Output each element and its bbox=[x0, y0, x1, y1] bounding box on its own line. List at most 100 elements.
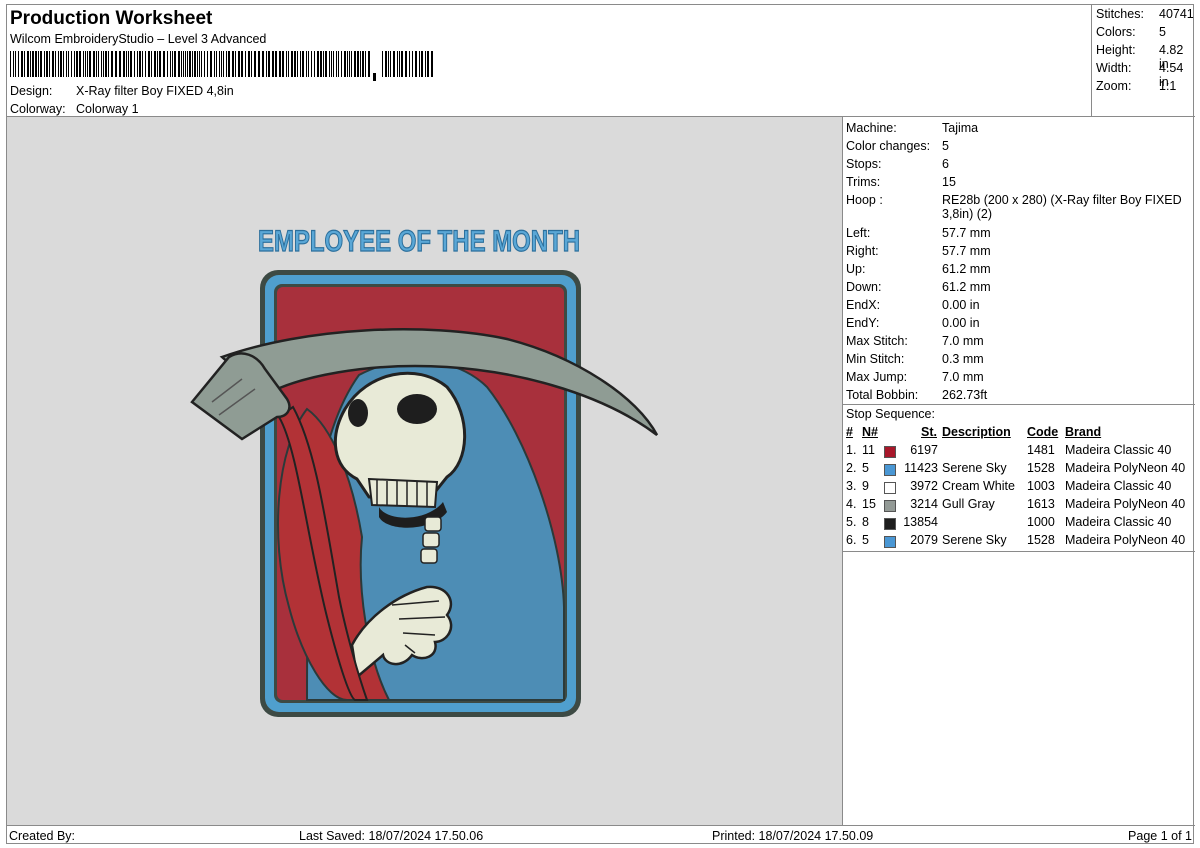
barcode-bar bbox=[159, 51, 161, 77]
barcode-bar bbox=[415, 51, 417, 77]
barcode-bar bbox=[354, 51, 356, 77]
barcode-bar bbox=[226, 51, 227, 77]
thread-brand: Madeira Classic 40 bbox=[1065, 443, 1172, 457]
barcode-bar bbox=[93, 51, 95, 77]
barcode-bar bbox=[297, 51, 298, 77]
thread-code: 1000 bbox=[1027, 515, 1055, 529]
stop-index: 6. bbox=[846, 533, 857, 547]
barcode-bar bbox=[385, 51, 387, 77]
barcode-bar bbox=[63, 51, 64, 77]
barcode-bar bbox=[148, 51, 150, 77]
barcode-bar bbox=[331, 51, 332, 77]
barcode-bar bbox=[275, 51, 277, 77]
color-swatch bbox=[884, 500, 896, 512]
stitch-count: 6197 bbox=[910, 443, 938, 457]
barcode-bar bbox=[308, 51, 309, 77]
barcode-bar bbox=[351, 51, 352, 77]
software-name: Wilcom EmbroideryStudio – Level 3 Advanc… bbox=[10, 32, 267, 46]
barcode-bar bbox=[170, 51, 171, 77]
barcode-bar bbox=[245, 51, 246, 77]
production-worksheet: Production Worksheet Wilcom EmbroiderySt… bbox=[6, 4, 1195, 845]
barcode-bar bbox=[178, 51, 180, 77]
barcode-bar bbox=[421, 51, 423, 77]
barcode-bar bbox=[235, 51, 236, 77]
barcode-bar bbox=[325, 51, 327, 77]
thread-description: Serene Sky bbox=[942, 533, 1007, 547]
barcode-bar bbox=[15, 51, 16, 77]
colorway-label: Colorway: bbox=[10, 102, 66, 116]
barcode-bar bbox=[216, 51, 217, 77]
barcode-bar bbox=[291, 51, 293, 77]
barcode-bar bbox=[427, 51, 429, 77]
stop-row: 2. 5 11423 Serene Sky 1528 Madeira PolyNeon 4… bbox=[846, 461, 1192, 479]
barcode-bar bbox=[349, 51, 350, 77]
stop-row: 1. 11 6197 1481 Madeira Classic 40 bbox=[846, 443, 1192, 461]
barcode-bar bbox=[71, 51, 72, 77]
barcode-bar bbox=[130, 51, 132, 77]
barcode-bar bbox=[199, 51, 200, 77]
color-swatch bbox=[884, 446, 896, 458]
thread-code: 1528 bbox=[1027, 533, 1055, 547]
barcode-bar bbox=[390, 51, 391, 77]
barcode-bar bbox=[347, 51, 348, 77]
barcode-bar bbox=[282, 51, 284, 77]
color-swatch bbox=[884, 482, 896, 494]
stop-index: 5. bbox=[846, 515, 857, 529]
barcode-bar bbox=[185, 51, 186, 77]
needle-number: 8 bbox=[862, 515, 869, 529]
created-by: Created By: bbox=[9, 829, 76, 843]
barcode-bar bbox=[52, 51, 54, 77]
thread-brand: Madeira Classic 40 bbox=[1065, 479, 1172, 493]
barcode-bar bbox=[181, 51, 182, 77]
needle-number: 5 bbox=[862, 533, 869, 547]
barcode-bar bbox=[300, 51, 301, 77]
barcode-bar bbox=[262, 51, 264, 77]
stitch-count: 2079 bbox=[910, 533, 938, 547]
barcode-bar bbox=[232, 51, 234, 77]
barcode-bar bbox=[288, 51, 289, 77]
separator bbox=[843, 551, 1195, 552]
barcode-bar bbox=[35, 51, 37, 77]
barcode-bar bbox=[419, 51, 420, 77]
stop-sequence-header: # N# St. Description Code Brand bbox=[846, 425, 1102, 439]
page-title: Production Worksheet bbox=[10, 8, 213, 29]
barcode-bar bbox=[306, 51, 307, 77]
barcode-bar bbox=[98, 51, 99, 77]
barcode-bar bbox=[108, 51, 109, 77]
separator bbox=[843, 404, 1195, 405]
stop-index: 3. bbox=[846, 479, 857, 493]
stop-index: 4. bbox=[846, 497, 857, 511]
barcode-bar bbox=[40, 51, 42, 77]
barcode-bar bbox=[60, 51, 62, 77]
barcode-bar bbox=[10, 51, 11, 77]
barcode-bar bbox=[323, 51, 324, 77]
barcode-bar bbox=[145, 51, 146, 77]
barcode-bar bbox=[338, 51, 339, 77]
barcode-bar bbox=[336, 51, 337, 77]
colorway-row: Colorway: Colorway 1 bbox=[10, 102, 139, 116]
design-value: X-Ray filter Boy FIXED 4,8in bbox=[76, 84, 234, 98]
needle-number: 9 bbox=[862, 479, 869, 493]
barcode-bar bbox=[382, 51, 383, 77]
colorway-value: Colorway 1 bbox=[76, 102, 139, 116]
barcode-bar bbox=[333, 51, 334, 77]
stitch-count: 3972 bbox=[910, 479, 938, 493]
barcode-bar bbox=[154, 51, 156, 77]
stop-row: 3. 9 3972 Cream White 1003 Madeira Classic 40 bbox=[846, 479, 1192, 497]
barcode-bar bbox=[119, 51, 121, 77]
worksheet-footer: Created By: Last Saved: 18/07/2024 17.50… bbox=[7, 825, 1195, 845]
barcode-bar bbox=[210, 51, 212, 77]
barcode-bar bbox=[68, 51, 69, 77]
barcode-bar bbox=[30, 51, 31, 77]
barcode-bar bbox=[320, 51, 322, 77]
barcode-bar bbox=[425, 51, 426, 77]
barcode-bar bbox=[105, 51, 107, 77]
barcode-bar bbox=[223, 51, 224, 77]
barcode-bar bbox=[393, 51, 395, 77]
needle-number: 5 bbox=[862, 461, 869, 475]
barcode-bar bbox=[405, 51, 407, 77]
barcode-bar bbox=[317, 51, 319, 77]
barcode-bar bbox=[251, 51, 252, 77]
barcode-bar bbox=[123, 51, 125, 77]
machine-info-panel: Machine: Tajima Color changes: 5 Stops: 6 T… bbox=[843, 117, 1195, 825]
